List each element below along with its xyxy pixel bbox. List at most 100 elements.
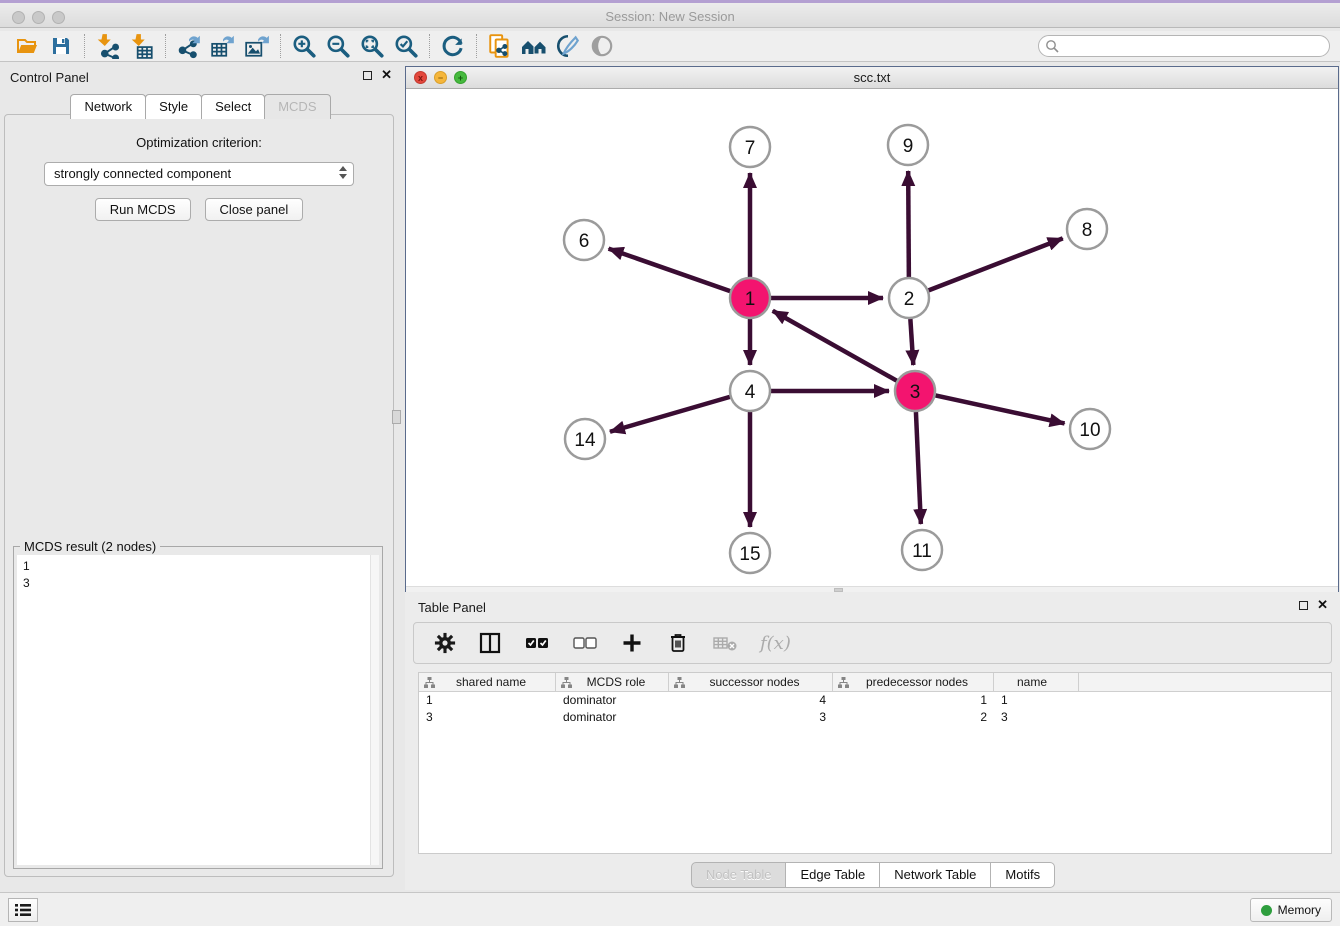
table-cell[interactable]: 3 bbox=[669, 709, 833, 726]
delete-icon[interactable] bbox=[666, 631, 690, 655]
node-9[interactable]: 9 bbox=[888, 125, 928, 165]
import-table-icon[interactable] bbox=[125, 32, 159, 60]
table-header-row: shared nameMCDS rolesuccessor nodesprede… bbox=[419, 673, 1331, 692]
tab-network[interactable]: Network bbox=[70, 94, 146, 119]
network-window-title: scc.txt bbox=[406, 70, 1338, 85]
save-session-icon[interactable] bbox=[44, 32, 78, 60]
function-builder-icon[interactable]: f(x) bbox=[760, 633, 791, 654]
node-15[interactable]: 15 bbox=[730, 533, 770, 573]
first-neighbors-icon[interactable] bbox=[517, 32, 551, 60]
control-panel: Control Panel ✕ Network Style Select MCD… bbox=[0, 62, 400, 877]
mcds-result-text[interactable]: 1 3 bbox=[17, 555, 379, 865]
table-row[interactable]: 3dominator323 bbox=[419, 709, 1331, 726]
column-header-predecessor-nodes[interactable]: predecessor nodes bbox=[833, 673, 994, 691]
run-mcds-button[interactable]: Run MCDS bbox=[95, 198, 191, 221]
node-6[interactable]: 6 bbox=[564, 220, 604, 260]
apply-layout-icon[interactable] bbox=[436, 32, 470, 60]
open-file-icon[interactable] bbox=[10, 32, 44, 60]
node-label: 15 bbox=[739, 544, 760, 565]
table-cell[interactable]: 3 bbox=[994, 709, 1079, 726]
float-panel-icon[interactable] bbox=[363, 71, 372, 80]
select-stepper-icon bbox=[339, 166, 347, 179]
optimization-criterion-select[interactable]: strongly connected component bbox=[44, 162, 354, 186]
search-input[interactable] bbox=[1038, 35, 1330, 57]
tab-motifs[interactable]: Motifs bbox=[990, 862, 1055, 888]
gear-icon[interactable] bbox=[434, 632, 456, 654]
hide-selected-icon[interactable] bbox=[585, 32, 619, 60]
table-row[interactable]: 1dominator411 bbox=[419, 692, 1331, 709]
table-cell[interactable]: 1 bbox=[833, 692, 994, 709]
edge-1-6[interactable] bbox=[609, 249, 731, 291]
node-label: 10 bbox=[1079, 420, 1100, 441]
export-image-icon[interactable] bbox=[240, 32, 274, 60]
export-network-icon[interactable] bbox=[172, 32, 206, 60]
close-panel-button[interactable]: Close panel bbox=[205, 198, 304, 221]
duplicate-network-icon[interactable] bbox=[483, 32, 517, 60]
node-14[interactable]: 14 bbox=[565, 419, 605, 459]
network-window-titlebar[interactable]: x − + scc.txt bbox=[406, 67, 1338, 89]
zoom-fit-icon[interactable] bbox=[355, 32, 389, 60]
toolbar-separator bbox=[476, 34, 477, 58]
result-scrollbar[interactable] bbox=[370, 555, 379, 865]
column-header-MCDS-role[interactable]: MCDS role bbox=[556, 673, 669, 691]
node-label: 11 bbox=[912, 541, 932, 562]
table-cell[interactable]: 2 bbox=[833, 709, 994, 726]
float-table-panel-icon[interactable] bbox=[1299, 601, 1308, 610]
tab-select[interactable]: Select bbox=[201, 94, 265, 119]
table-cell[interactable]: 1 bbox=[994, 692, 1079, 709]
node-10[interactable]: 10 bbox=[1070, 409, 1110, 449]
tab-mcds[interactable]: MCDS bbox=[264, 94, 330, 119]
node-3[interactable]: 3 bbox=[895, 371, 935, 411]
select-all-icon[interactable] bbox=[524, 633, 550, 653]
toolbar-separator bbox=[429, 34, 430, 58]
node-label: 8 bbox=[1082, 220, 1093, 241]
delete-table-icon[interactable] bbox=[712, 633, 738, 653]
table-cell[interactable]: dominator bbox=[556, 692, 669, 709]
task-history-button[interactable] bbox=[8, 898, 38, 922]
tab-edge-table[interactable]: Edge Table bbox=[785, 862, 880, 888]
edge-2-8[interactable] bbox=[929, 238, 1063, 290]
toolbar-separator bbox=[280, 34, 281, 58]
node-2[interactable]: 2 bbox=[889, 278, 929, 318]
column-header-name[interactable]: name bbox=[994, 673, 1079, 691]
edge-3-1[interactable] bbox=[773, 311, 897, 381]
deselect-all-icon[interactable] bbox=[572, 633, 598, 653]
node-4[interactable]: 4 bbox=[730, 371, 770, 411]
tab-node-table[interactable]: Node Table bbox=[691, 862, 787, 888]
memory-button[interactable]: Memory bbox=[1250, 898, 1332, 922]
table-cell[interactable]: dominator bbox=[556, 709, 669, 726]
split-view-icon[interactable] bbox=[478, 631, 502, 655]
tab-style[interactable]: Style bbox=[145, 94, 202, 119]
main-toolbar bbox=[0, 31, 1340, 62]
tab-network-table[interactable]: Network Table bbox=[879, 862, 991, 888]
node-7[interactable]: 7 bbox=[730, 127, 770, 167]
node-8[interactable]: 8 bbox=[1067, 209, 1107, 249]
close-panel-icon[interactable]: ✕ bbox=[381, 70, 392, 80]
node-11[interactable]: 11 bbox=[902, 530, 942, 570]
status-bar: Memory bbox=[0, 892, 1340, 926]
edge-2-3[interactable] bbox=[910, 319, 913, 365]
zoom-out-icon[interactable] bbox=[321, 32, 355, 60]
network-canvas[interactable]: 7 9 6 8 1 2 4 3 14 10 15 11 bbox=[406, 89, 1338, 586]
column-header-successor-nodes[interactable]: successor nodes bbox=[669, 673, 833, 691]
import-network-icon[interactable] bbox=[91, 32, 125, 60]
edge-4-14[interactable] bbox=[610, 397, 730, 432]
zoom-selected-icon[interactable] bbox=[389, 32, 423, 60]
splitter-grip[interactable] bbox=[392, 410, 401, 424]
add-column-icon[interactable] bbox=[620, 631, 644, 655]
visual-styles-icon[interactable] bbox=[551, 32, 585, 60]
node-1[interactable]: 1 bbox=[730, 278, 770, 318]
control-panel-tabs: Network Style Select MCDS bbox=[0, 94, 400, 119]
zoom-in-icon[interactable] bbox=[287, 32, 321, 60]
table-cell[interactable]: 3 bbox=[419, 709, 556, 726]
table-cell[interactable]: 4 bbox=[669, 692, 833, 709]
node-label: 3 bbox=[910, 382, 921, 403]
column-header-shared-name[interactable]: shared name bbox=[419, 673, 556, 691]
edge-3-11[interactable] bbox=[916, 412, 921, 524]
export-table-icon[interactable] bbox=[206, 32, 240, 60]
close-table-panel-icon[interactable]: ✕ bbox=[1317, 600, 1328, 610]
edge-2-9[interactable] bbox=[908, 171, 909, 277]
table-cell[interactable]: 1 bbox=[419, 692, 556, 709]
edge-3-10[interactable] bbox=[936, 395, 1065, 423]
node-label: 9 bbox=[903, 136, 914, 157]
